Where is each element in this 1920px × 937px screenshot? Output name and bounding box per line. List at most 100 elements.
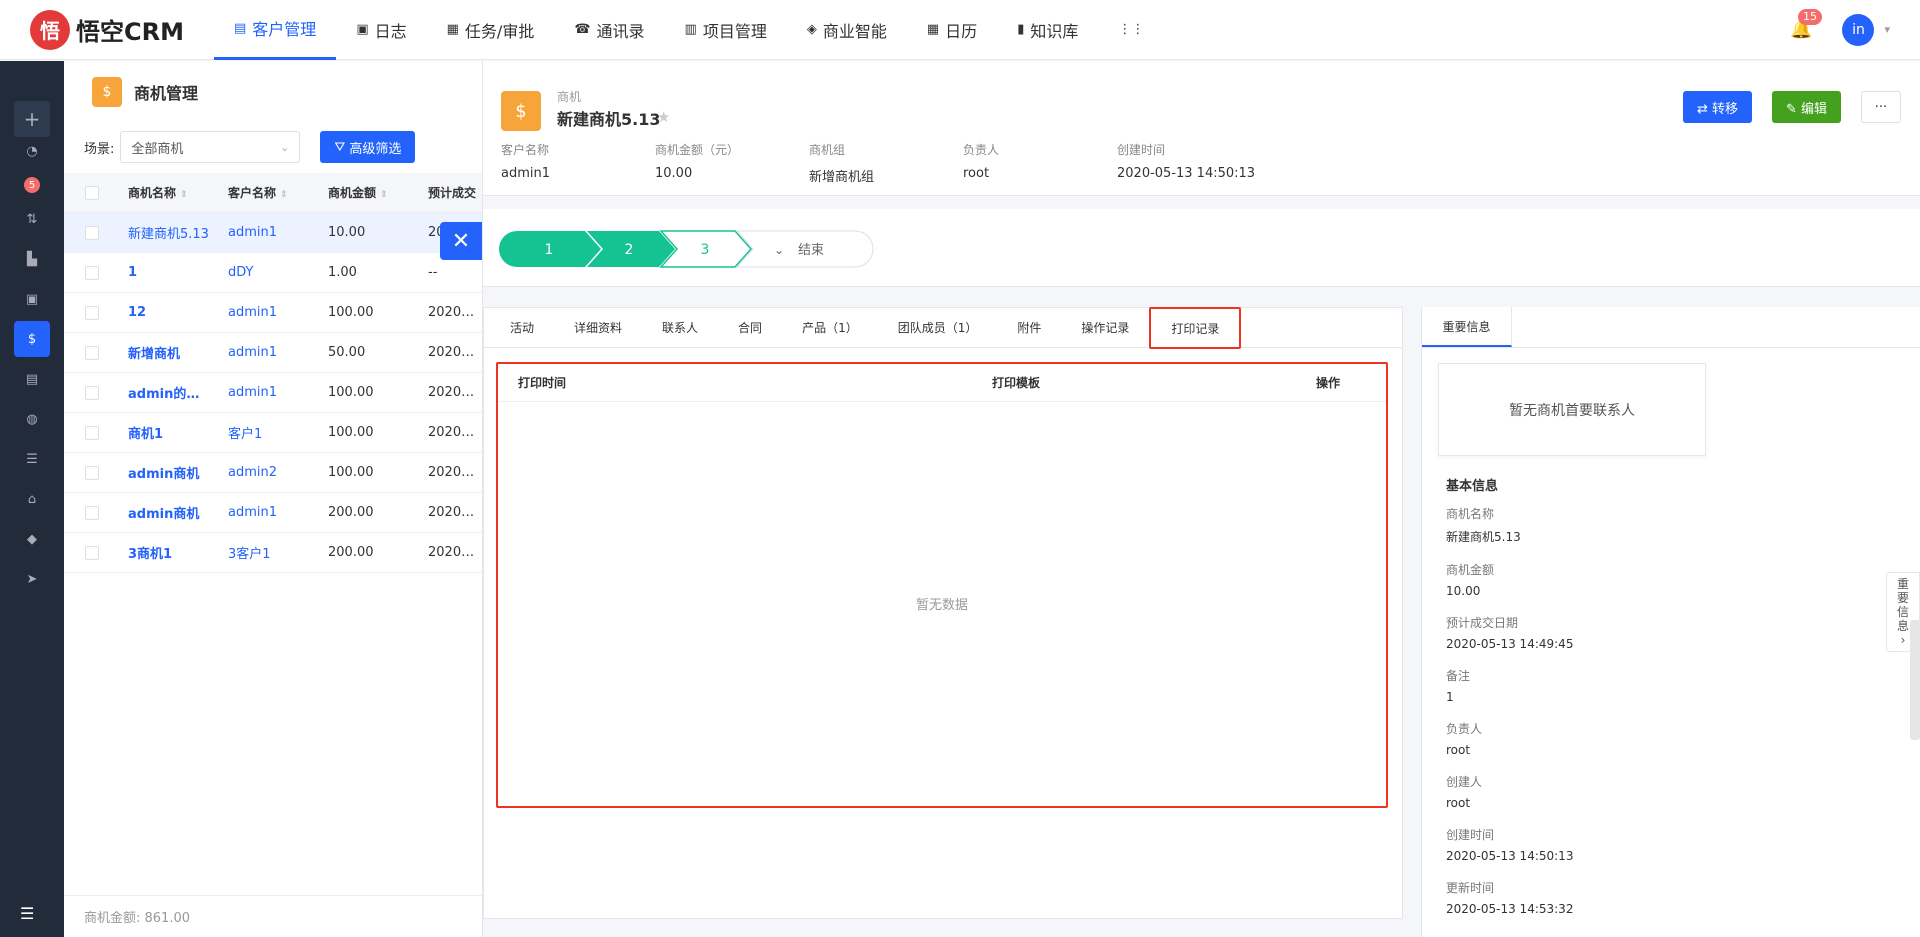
- business-name-link[interactable]: 1: [120, 265, 220, 280]
- nav-item-3[interactable]: ☎ 通讯录: [554, 0, 664, 60]
- customer-name-link[interactable]: admin1: [220, 385, 320, 400]
- column-header[interactable]: 商机名称 ⇕: [120, 184, 220, 201]
- column-header[interactable]: 商机金额 ⇕: [320, 184, 420, 201]
- nav-item-5[interactable]: ◈ 商业智能: [787, 0, 907, 60]
- add-icon[interactable]: +: [14, 101, 50, 137]
- deal-date-cell: 2020-04-: [428, 305, 484, 320]
- tab-4[interactable]: 产品（1）: [782, 308, 878, 347]
- business-name-link[interactable]: admin商机: [120, 463, 220, 482]
- tab-3[interactable]: 合同: [718, 308, 782, 347]
- logo[interactable]: 悟 悟空CRM: [30, 9, 190, 50]
- column-header[interactable]: 预计成交: [420, 184, 484, 201]
- more-button[interactable]: ···: [1861, 91, 1901, 123]
- tab-important-info[interactable]: 重要信息: [1422, 307, 1512, 347]
- business-name-link[interactable]: 新建商机5.13: [120, 223, 220, 242]
- table-row[interactable]: 3商机1 3客户1 200.00 2020-04-: [64, 533, 484, 573]
- transfer-button[interactable]: ⇄ 转移: [1682, 91, 1752, 123]
- row-checkbox[interactable]: [85, 425, 99, 440]
- customer-name-link[interactable]: admin1: [220, 505, 320, 520]
- nav-item-0[interactable]: ▤ 客户管理: [214, 0, 337, 60]
- amount-cell: 100.00: [328, 305, 374, 320]
- nav-item-7[interactable]: ▮ 知识库: [997, 0, 1098, 60]
- business-icon: $: [92, 77, 122, 107]
- table-row[interactable]: 12 admin1 100.00 2020-04-: [64, 293, 484, 333]
- business-table: 商机名称⇕客户名称⇕商机金额⇕预计成交新建商机5.13admin110.0020…: [64, 173, 484, 573]
- chevron-down-icon[interactable]: ▾: [1884, 23, 1890, 36]
- nav-item-8[interactable]: ⋮⋮: [1098, 0, 1170, 60]
- close-detail-button[interactable]: ✕: [440, 222, 482, 260]
- sidebar-badge[interactable]: 5: [14, 167, 50, 203]
- business-icon[interactable]: $: [14, 321, 50, 357]
- edit-button[interactable]: ✎ 编辑: [1771, 91, 1841, 123]
- row-checkbox[interactable]: [85, 465, 99, 480]
- invoice-icon[interactable]: ☰: [14, 441, 50, 477]
- table-row[interactable]: admin商机 admin1 200.00 2020-04-: [64, 493, 484, 533]
- nav-item-1[interactable]: ▣ 日志: [336, 0, 426, 60]
- customer-name-link[interactable]: 客户1: [220, 423, 320, 442]
- select-all-checkbox[interactable]: [85, 185, 99, 200]
- tab-8[interactable]: 打印记录: [1149, 307, 1242, 349]
- row-checkbox[interactable]: [85, 385, 99, 400]
- star-icon[interactable]: ★: [657, 108, 670, 126]
- row-checkbox[interactable]: [85, 545, 99, 560]
- row-checkbox[interactable]: [85, 225, 99, 240]
- home-icon[interactable]: ⌂: [14, 481, 50, 517]
- tab-1[interactable]: 详细资料: [554, 308, 642, 347]
- tab-6[interactable]: 附件: [997, 308, 1061, 347]
- send-icon[interactable]: ➤: [14, 561, 50, 597]
- customer-name-link[interactable]: 3客户1: [220, 543, 320, 562]
- column-header[interactable]: 客户名称 ⇕: [220, 184, 320, 201]
- nav-icon: ▥: [684, 22, 697, 37]
- table-row[interactable]: 商机1 客户1 100.00 2020-04-: [64, 413, 484, 453]
- menu-toggle-icon[interactable]: ☰: [20, 904, 34, 923]
- row-checkbox[interactable]: [85, 345, 99, 360]
- customer-name-link[interactable]: admin2: [220, 465, 320, 480]
- customer-name-link[interactable]: admin1: [220, 305, 320, 320]
- contacts-icon[interactable]: ▣: [14, 281, 50, 317]
- business-name-link[interactable]: 新增商机: [120, 343, 220, 362]
- table-row[interactable]: 新增商机 admin1 50.00 2020-04-: [64, 333, 484, 373]
- business-name-link[interactable]: 3商机1: [120, 543, 220, 562]
- nav-item-6[interactable]: ▦ 日历: [907, 0, 997, 60]
- row-checkbox[interactable]: [85, 265, 99, 280]
- sort-icon[interactable]: ⇕: [280, 190, 288, 200]
- dashboard-icon[interactable]: ◔: [14, 133, 50, 169]
- detail-name: 新建商机5.13: [557, 110, 661, 129]
- sort-icon[interactable]: ⇕: [180, 190, 188, 200]
- scrollbar[interactable]: [1910, 620, 1920, 740]
- customer-name-link[interactable]: admin1: [220, 345, 320, 360]
- tab-0[interactable]: 活动: [490, 308, 554, 347]
- contract-icon[interactable]: ▤: [14, 361, 50, 397]
- page-title: 商机管理: [134, 84, 199, 103]
- tab-5[interactable]: 团队成员（1）: [878, 308, 998, 347]
- stage-label: 3: [701, 242, 710, 258]
- nav-item-2[interactable]: ▦ 任务/审批: [427, 0, 555, 60]
- leads-icon[interactable]: ⇅: [14, 201, 50, 237]
- table-row[interactable]: 1 dDY 1.00 --: [64, 253, 484, 293]
- detail-header: $ 商机 新建商机5.13 ★ ⇄ 转移 ✎ 编辑 ··· 客户名称 admin1…: [483, 61, 1920, 196]
- tab-2[interactable]: 联系人: [642, 308, 718, 347]
- bell-icon[interactable]: 🔔 15: [1790, 9, 1823, 40]
- business-name-link[interactable]: admin商机: [120, 503, 220, 522]
- header-field: 商机组 新增商机组: [809, 141, 963, 185]
- nav-item-4[interactable]: ▥ 项目管理: [665, 0, 787, 60]
- product-icon[interactable]: ◆: [14, 521, 50, 557]
- business-name-link[interactable]: 商机1: [120, 423, 220, 442]
- table-row[interactable]: admin的商… admin1 100.00 2020-04-: [64, 373, 484, 413]
- sort-icon[interactable]: ⇕: [380, 190, 388, 200]
- money-icon[interactable]: ◍: [14, 401, 50, 437]
- row-checkbox[interactable]: [85, 305, 99, 320]
- table-row[interactable]: admin商机 admin2 100.00 2020-04-: [64, 453, 484, 493]
- scene-select[interactable]: 全部商机 ⌄: [120, 131, 301, 163]
- business-name-link[interactable]: 12: [120, 305, 220, 320]
- table-row[interactable]: 新建商机5.13admin110.002020: [64, 213, 484, 253]
- nav-label: 日历: [945, 21, 978, 41]
- customer-icon[interactable]: ▙: [14, 241, 50, 277]
- row-checkbox[interactable]: [85, 505, 99, 520]
- advanced-filter-button[interactable]: ⛛ 高级筛选: [320, 131, 416, 163]
- customer-name-link[interactable]: dDY: [220, 265, 320, 280]
- business-name-link[interactable]: admin的商…: [120, 383, 220, 402]
- customer-name-link[interactable]: admin1: [220, 225, 320, 240]
- tab-7[interactable]: 操作记录: [1061, 308, 1149, 347]
- avatar[interactable]: in: [1842, 13, 1875, 46]
